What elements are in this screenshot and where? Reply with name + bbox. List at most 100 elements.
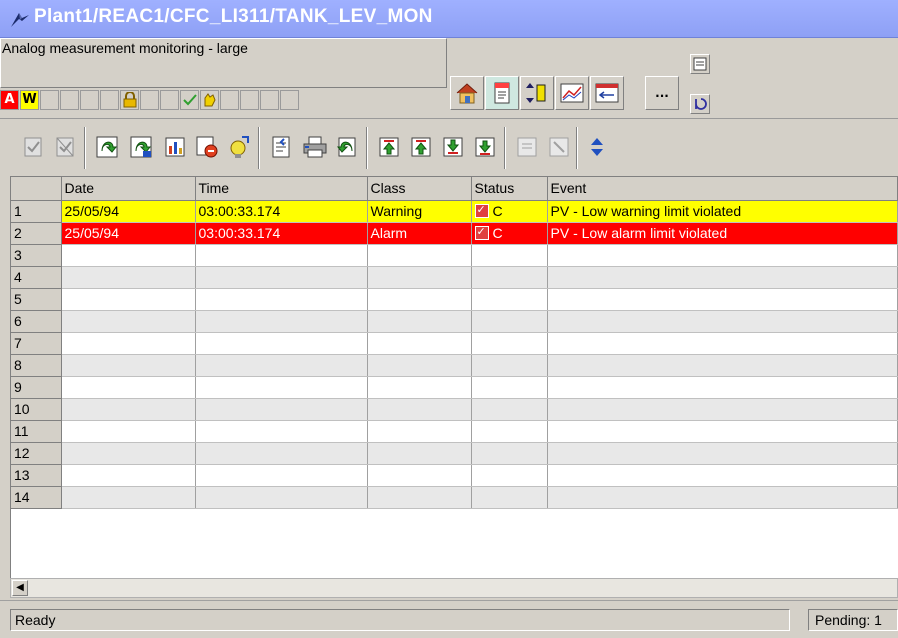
cell-status — [471, 442, 548, 465]
column-header-event[interactable]: Event — [547, 177, 898, 201]
table-row[interactable]: 9 — [11, 376, 898, 399]
next-button[interactable] — [438, 129, 468, 165]
status-slot — [80, 90, 99, 110]
more-views-button[interactable]: ... — [645, 76, 679, 110]
cell-time — [195, 464, 368, 487]
sort-button[interactable] — [582, 129, 612, 165]
last-button[interactable] — [470, 129, 500, 165]
cell-date — [61, 244, 196, 267]
table-row[interactable]: 12 — [11, 442, 898, 465]
table-row[interactable]: 6 — [11, 310, 898, 333]
column-header-status[interactable]: Status — [471, 177, 548, 201]
cell-status — [471, 398, 548, 421]
cell-class — [367, 398, 472, 421]
column-header-time[interactable]: Time — [195, 177, 368, 201]
load-button[interactable] — [92, 129, 122, 165]
plant-logo-icon — [11, 13, 29, 27]
column-header-class[interactable]: Class — [367, 177, 472, 201]
chart-button[interactable] — [160, 129, 190, 165]
faceplate-title-box: Analog measurement monitoring - large — [0, 38, 447, 88]
status-text: C — [492, 203, 503, 219]
cell-event — [547, 266, 898, 289]
home-button[interactable] — [450, 76, 484, 110]
cell-date — [61, 420, 196, 443]
prev-button[interactable] — [406, 129, 436, 165]
export-button[interactable] — [266, 129, 296, 165]
scroll-left-button[interactable]: ◀ — [12, 580, 28, 596]
acknowledge-button[interactable] — [18, 129, 48, 165]
cell-status — [471, 310, 548, 333]
prev-icon — [411, 137, 431, 157]
column-header-date[interactable]: Date — [61, 177, 196, 201]
restore-button[interactable] — [690, 94, 710, 114]
cell-status — [471, 266, 548, 289]
batch-view-button[interactable] — [590, 76, 624, 110]
window-title: Plant1/REAC1/CFC_LI311/TANK_LEV_MON — [34, 6, 433, 27]
row-number: 6 — [11, 310, 62, 333]
first-icon — [379, 137, 399, 157]
cell-time — [195, 376, 368, 399]
cell-status — [471, 288, 548, 311]
cell-time — [195, 266, 368, 289]
cell-date — [61, 354, 196, 377]
faceplate-header: Analog measurement monitoring - large A … — [0, 38, 898, 119]
limits-view-button[interactable] — [520, 76, 554, 110]
cell-date — [61, 464, 196, 487]
cell-status — [471, 486, 548, 509]
info-button[interactable] — [512, 129, 542, 165]
horizontal-scrollbar[interactable]: ◀ — [10, 578, 898, 598]
warning-indicator: W — [20, 90, 39, 110]
table-row[interactable]: 14 — [11, 486, 898, 509]
table-row[interactable]: 3 — [11, 244, 898, 267]
table-row[interactable]: 11 — [11, 420, 898, 443]
check-status — [180, 90, 199, 110]
pending-count: Pending: 1 — [808, 609, 898, 631]
cell-class — [367, 266, 472, 289]
cell-status — [471, 244, 548, 267]
alarm-list-icon — [494, 82, 510, 104]
info2-button[interactable] — [544, 129, 574, 165]
table-row[interactable]: 5 — [11, 288, 898, 311]
back-button[interactable] — [332, 129, 362, 165]
cell-event — [547, 398, 898, 421]
batch-icon — [595, 83, 619, 103]
cell-time — [195, 244, 368, 267]
cell-class: Warning — [367, 200, 472, 223]
first-button[interactable] — [374, 129, 404, 165]
filter-button[interactable] — [192, 129, 222, 165]
acknowledge-all-button[interactable] — [50, 129, 80, 165]
hint-button[interactable] — [224, 129, 254, 165]
cell-class: Alarm — [367, 222, 472, 245]
toolbar-separator — [258, 127, 260, 169]
cell-time — [195, 442, 368, 465]
title-bar[interactable]: Plant1/REAC1/CFC_LI311/TANK_LEV_MON — [0, 0, 898, 38]
corner-cell — [11, 177, 62, 201]
table-row[interactable]: 225/05/9403:00:33.174Alarm C PV - Low alar… — [11, 222, 898, 245]
toolbar-separator — [576, 127, 578, 169]
status-row: A W — [0, 90, 300, 112]
alarm-table: Date Time Class Status Event 1 25/05/94 03… — [10, 176, 898, 579]
row-number: 1 — [11, 200, 62, 223]
print-button[interactable] — [300, 129, 330, 165]
cell-event — [547, 288, 898, 311]
row-number: 7 — [11, 332, 62, 355]
cell-class — [367, 310, 472, 333]
row-number: 4 — [11, 266, 62, 289]
alarm-view-button[interactable] — [485, 76, 519, 110]
cell-event — [547, 332, 898, 355]
cell-event — [547, 464, 898, 487]
window-options-button[interactable] — [690, 54, 710, 74]
table-row[interactable]: 8 — [11, 354, 898, 377]
table-row[interactable]: 125/05/9403:00:33.174Warning C PV - Low wa… — [11, 200, 898, 223]
table-header-row: Date Time Class Status Event — [11, 177, 898, 201]
trend-view-button[interactable] — [555, 76, 589, 110]
table-row[interactable]: 13 — [11, 464, 898, 487]
table-row[interactable]: 7 — [11, 332, 898, 355]
cell-date — [61, 376, 196, 399]
table-row[interactable]: 4 — [11, 266, 898, 289]
load-all-button[interactable] — [126, 129, 156, 165]
status-checkbox-icon — [474, 201, 489, 221]
table-row[interactable]: 10 — [11, 398, 898, 421]
hint-icon — [230, 136, 249, 158]
load-all-icon — [130, 136, 152, 158]
